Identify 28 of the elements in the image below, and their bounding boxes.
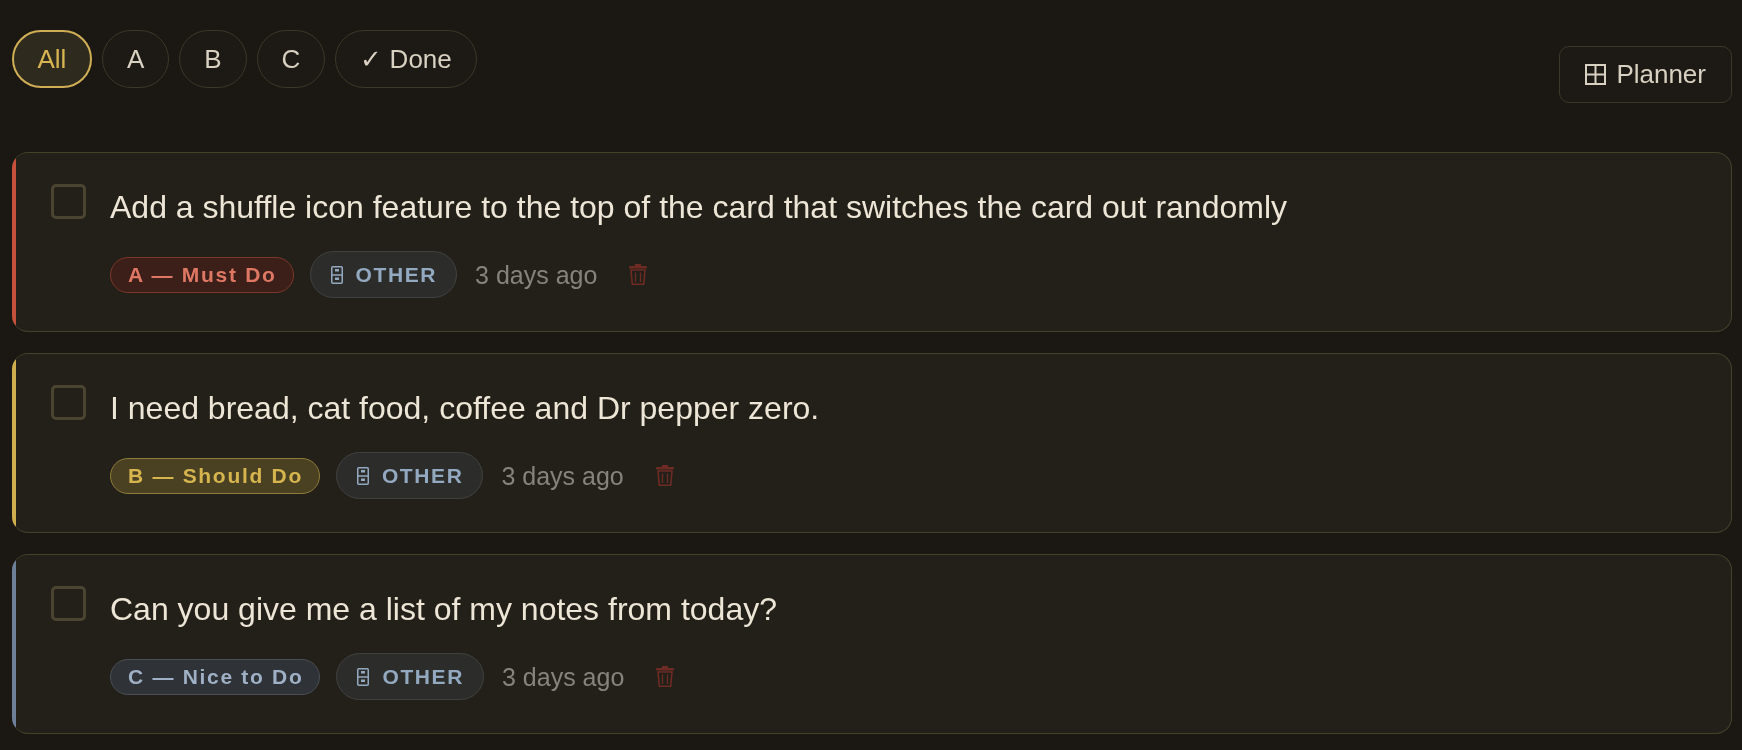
category-label: OTHER [382,664,464,689]
category-label: OTHER [355,262,438,287]
timestamp: 3 days ago [501,460,624,491]
filter-tab[interactable]: B [179,30,247,88]
cabinet-icon [330,265,343,284]
task-title: I need bread, cat food, coffee and Dr pepper zero. [110,389,820,427]
cabinet-icon [357,667,370,686]
checkbox[interactable] [51,385,86,420]
task-title: Add a shuffle icon feature to the top of the card that switches the card out randomly [110,188,1287,226]
priority-tag: B — Should Do [110,457,320,494]
grid-icon [1585,64,1607,85]
cabinet-icon [356,466,369,485]
trash-icon[interactable] [656,666,675,687]
checkbox[interactable] [51,184,86,219]
timestamp: 3 days ago [502,661,625,692]
filter-tab[interactable]: ✓ Done [335,30,477,88]
filter-tab[interactable]: A [101,30,170,88]
priority-tag: A — Must Do [110,256,294,293]
planner-button[interactable]: Planner [1559,46,1732,103]
trash-icon[interactable] [655,465,674,486]
task-title: Can you give me a list of my notes from today? [110,590,777,628]
priority-tag: C — Nice to Do [110,658,321,695]
filter-tab[interactable]: C [256,30,326,88]
category-label: OTHER [381,463,464,488]
checkbox[interactable] [51,586,86,621]
timestamp: 3 days ago [475,259,598,290]
trash-icon[interactable] [629,264,648,285]
filter-tab[interactable]: All [12,30,92,88]
